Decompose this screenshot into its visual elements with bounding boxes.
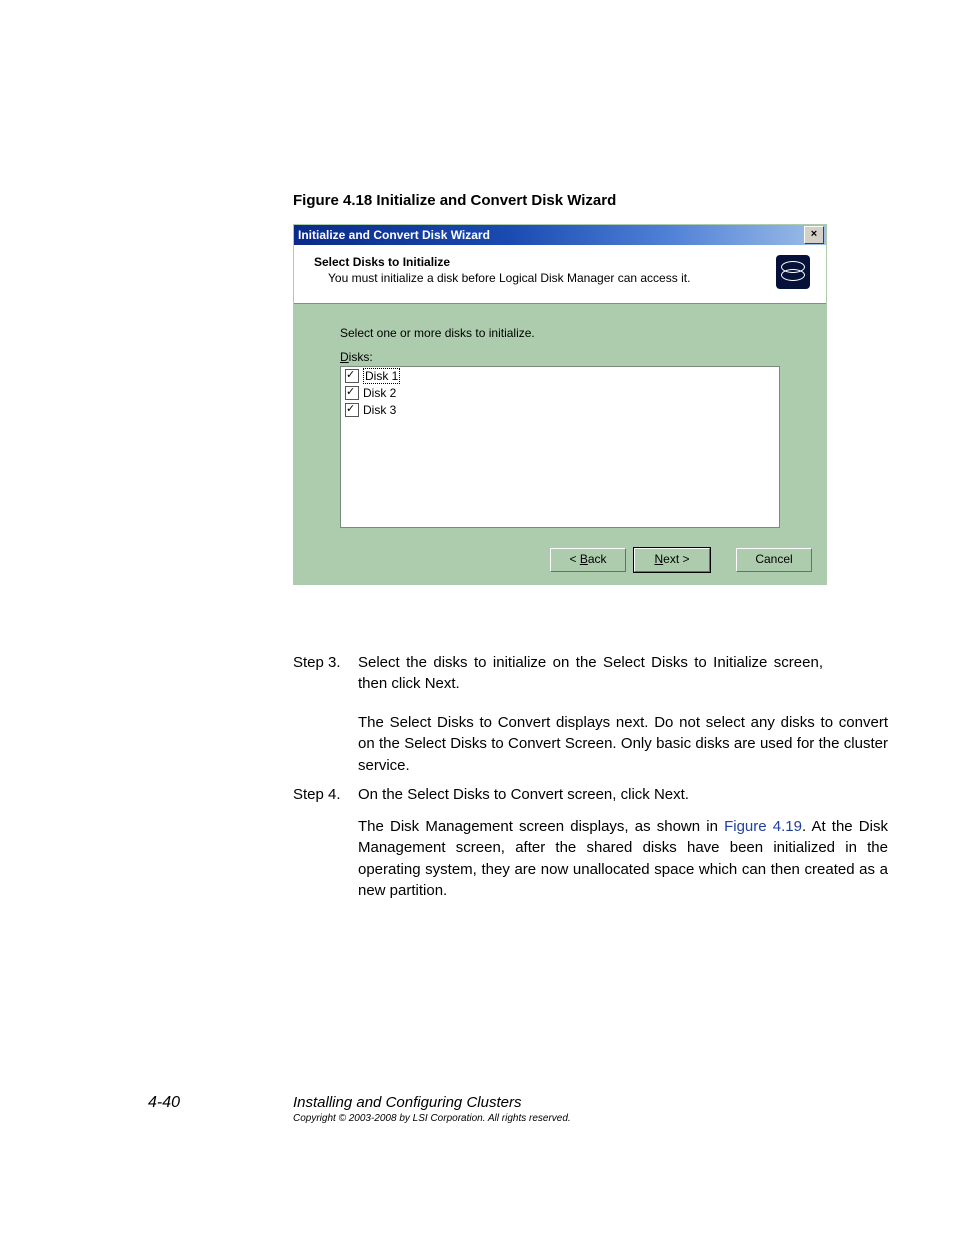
step-text: Select the disks to initialize on the Se…: [358, 652, 823, 695]
page-number: 4-40: [148, 1094, 180, 1112]
disk-label: Disk 1: [363, 368, 400, 384]
back-button[interactable]: < Back: [550, 548, 626, 572]
instruction-text: Select one or more disks to initialize.: [340, 326, 780, 340]
step-3-paragraph: The Select Disks to Convert displays nex…: [358, 712, 888, 776]
checkbox-icon[interactable]: [345, 403, 359, 417]
disk-row[interactable]: Disk 1: [341, 367, 779, 384]
next-button[interactable]: Next >: [634, 548, 710, 572]
checkbox-icon[interactable]: [345, 386, 359, 400]
wizard-body: Select one or more disks to initialize. …: [294, 304, 826, 538]
wizard-dialog: Initialize and Convert Disk Wizard × Sel…: [293, 224, 827, 585]
cancel-button[interactable]: Cancel: [736, 548, 812, 572]
close-button[interactable]: ×: [804, 226, 824, 244]
figure-link[interactable]: Figure 4.19: [724, 818, 802, 835]
wizard-header-subtitle: You must initialize a disk before Logica…: [328, 271, 690, 285]
disk-row[interactable]: Disk 2: [341, 384, 779, 401]
disk-label: Disk 3: [363, 403, 396, 417]
footer-title: Installing and Configuring Clusters: [293, 1094, 521, 1111]
copyright: Copyright © 2003-2008 by LSI Corporation…: [293, 1113, 571, 1124]
step-4: Step 4. On the Select Disks to Convert s…: [293, 784, 823, 805]
wizard-header: Select Disks to Initialize You must init…: [294, 245, 826, 304]
figure-caption: Figure 4.18 Initialize and Convert Disk …: [293, 192, 616, 209]
disks-label: Disks:: [340, 350, 780, 364]
wizard-header-title: Select Disks to Initialize: [314, 255, 690, 269]
step-text: On the Select Disks to Convert screen, c…: [358, 784, 823, 805]
wizard-button-row: < Back Next > Cancel: [294, 538, 826, 584]
checkbox-icon[interactable]: [345, 369, 359, 383]
step-label: Step 3.: [293, 652, 358, 695]
disk-row[interactable]: Disk 3: [341, 401, 779, 418]
step-4-paragraph: The Disk Management screen displays, as …: [358, 816, 888, 902]
disk-label: Disk 2: [363, 386, 396, 400]
disk-stack-icon: [776, 255, 810, 289]
disk-list[interactable]: Disk 1 Disk 2 Disk 3: [340, 366, 780, 528]
title-bar: Initialize and Convert Disk Wizard ×: [294, 225, 826, 245]
step-label: Step 4.: [293, 784, 358, 805]
step-3: Step 3. Select the disks to initialize o…: [293, 652, 823, 695]
title-bar-text: Initialize and Convert Disk Wizard: [298, 225, 490, 245]
